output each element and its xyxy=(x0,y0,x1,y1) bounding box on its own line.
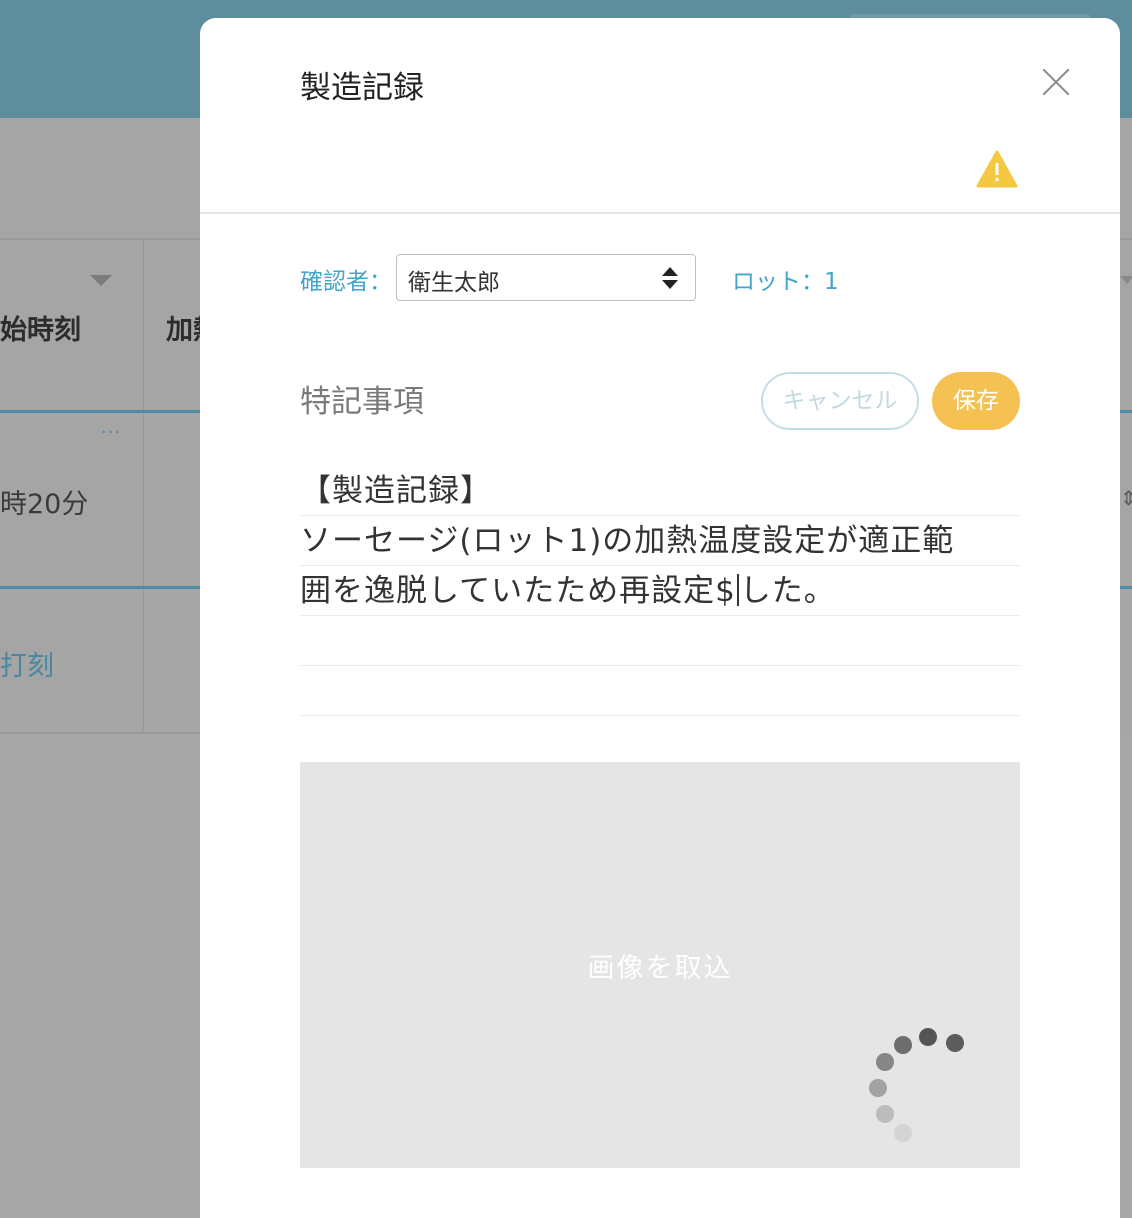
notes-line xyxy=(300,666,1020,716)
save-button[interactable]: 保存 xyxy=(932,372,1020,430)
image-import-area[interactable]: 画像を取込 xyxy=(300,762,1020,1168)
notes-line-text: ソーセージ(ロット1)の加熱温度設定が適正範 xyxy=(300,523,955,559)
notes-line: 【製造記録】 xyxy=(300,466,1020,516)
column-header-heating[interactable]: 加熱 xyxy=(166,308,200,347)
table-top-border-right xyxy=(1120,238,1132,240)
close-icon[interactable] xyxy=(1038,64,1074,100)
modal-title: 製造記録 xyxy=(300,70,424,106)
cancel-button[interactable]: キャンセル xyxy=(761,372,919,430)
production-record-modal: 製造記録 確認者： 衛生太郎 ロット：1 特記事項 キャンセル 保存 【製造記録… xyxy=(200,18,1120,1218)
sort-caret-right-icon[interactable] xyxy=(1120,276,1132,284)
reviewer-label: 確認者： xyxy=(300,269,392,295)
reviewer-select[interactable]: 衛生太郎 xyxy=(396,254,696,301)
notes-heading: 特記事項 xyxy=(300,384,424,420)
cell-start-time: 時20分 xyxy=(0,489,89,520)
updown-icon xyxy=(662,267,678,289)
notes-textarea[interactable]: 【製造記録】 ソーセージ(ロット1)の加熱温度設定が適正範 囲を逸脱していたため… xyxy=(300,466,1020,716)
sort-caret-icon[interactable] xyxy=(90,275,112,286)
header-divider xyxy=(200,212,1120,214)
table-top-border xyxy=(0,238,200,240)
row-border xyxy=(0,586,200,589)
spinner-icon xyxy=(860,1024,980,1154)
header-bottom-border xyxy=(0,410,200,413)
table-bottom-border xyxy=(0,732,200,734)
text-cursor xyxy=(736,574,739,606)
more-icon[interactable]: ··· xyxy=(101,424,121,442)
notes-line-text: した。 xyxy=(739,573,836,609)
column-header-start-time[interactable]: 始時刻 xyxy=(0,308,81,347)
scroll-arrow-icon[interactable]: ⇕ xyxy=(1120,486,1132,510)
notes-line: 囲を逸脱していたため再設定$ した。 xyxy=(300,566,1020,616)
stamp-link[interactable]: 打刻 xyxy=(0,644,54,683)
reviewer-selected-value: 衛生太郎 xyxy=(408,270,500,296)
column-divider xyxy=(143,238,144,733)
row-border-right xyxy=(1120,586,1132,589)
notes-line xyxy=(300,616,1020,666)
image-import-label: 画像を取込 xyxy=(587,953,733,984)
warning-icon[interactable] xyxy=(976,150,1018,188)
header-bottom-border-right xyxy=(1120,410,1132,413)
notes-line: ソーセージ(ロット1)の加熱温度設定が適正範 xyxy=(300,516,1020,566)
lot-label: ロット：1 xyxy=(732,269,839,295)
notes-line-text: 囲を逸脱していたため再設定$ xyxy=(300,573,736,609)
notes-line-text: 【製造記録】 xyxy=(300,473,492,509)
